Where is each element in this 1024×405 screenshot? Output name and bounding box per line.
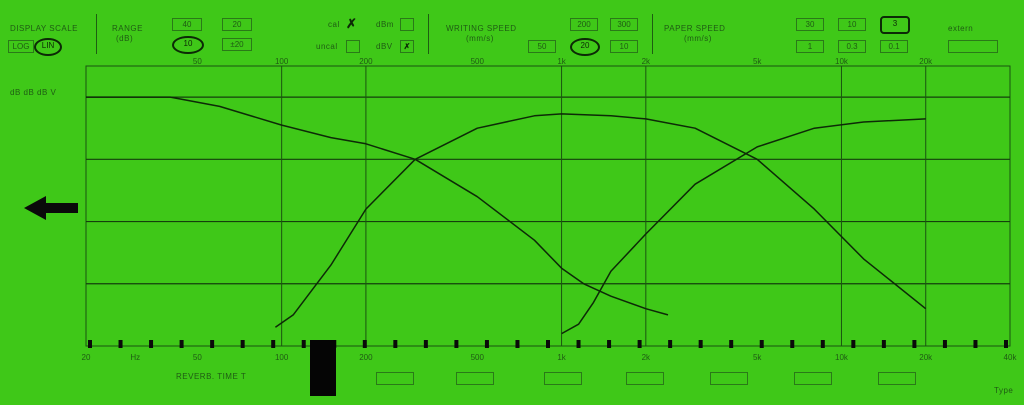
footer-box <box>626 372 664 385</box>
bottom-tick-label: 20k <box>919 353 933 362</box>
bottom-marker <box>759 340 764 348</box>
bottom-marker <box>393 340 398 348</box>
top-tick-label: 1k <box>557 57 566 66</box>
bottom-tick-label: 2k <box>642 353 651 362</box>
frequency-response-chart: 50 100 200 500 1k 2k 5k 10k 20k 20 Hz 50 100 200 500 1k… <box>82 57 1018 362</box>
bottom-marker <box>118 340 123 348</box>
footer-box <box>376 372 414 385</box>
bottom-tick-label: 1k <box>557 353 566 362</box>
bottom-marker <box>149 340 154 348</box>
bottom-tick-label: 40k <box>1004 353 1018 362</box>
left-arrow-icon <box>24 196 78 220</box>
bottom-marker <box>576 340 581 348</box>
top-tick-label: 10k <box>835 57 849 66</box>
bottom-marker <box>851 340 856 348</box>
top-tick-label: 50 <box>193 57 202 66</box>
bottom-marker <box>301 340 306 348</box>
footer-box <box>710 372 748 385</box>
top-tick-label: 200 <box>359 57 373 66</box>
bottom-marker <box>423 340 428 348</box>
footer-box <box>878 372 916 385</box>
bottom-marker <box>637 340 642 348</box>
bottom-tick-label: 200 <box>359 353 373 362</box>
bottom-marker <box>88 340 92 348</box>
top-tick-label: 20k <box>919 57 933 66</box>
bottom-marker <box>790 340 795 348</box>
chart-series <box>86 96 927 335</box>
bottom-marker <box>240 340 245 348</box>
bottom-tick-label: 10k <box>835 353 849 362</box>
bottom-tick-label: 20 <box>82 353 91 362</box>
bottom-marker <box>698 340 703 348</box>
black-marker-block <box>310 340 336 396</box>
top-tick-label: 2k <box>642 57 651 66</box>
reverb-time-label: REVERB. TIME T <box>176 372 247 381</box>
footer-box <box>794 372 832 385</box>
footer-box <box>456 372 494 385</box>
bottom-marker <box>973 340 978 348</box>
response-curve-2 <box>274 113 758 328</box>
bottom-tick-label: 50 <box>193 353 202 362</box>
bottom-marker <box>912 340 917 348</box>
bottom-marker <box>820 340 825 348</box>
bottom-marker <box>362 340 367 348</box>
bottom-marker <box>515 340 520 348</box>
bottom-marker <box>1004 340 1008 348</box>
bottom-marker <box>271 340 276 348</box>
response-curve-3 <box>561 118 926 335</box>
bottom-tick-label: 500 <box>471 353 485 362</box>
top-tick-label: 100 <box>275 57 289 66</box>
bottom-marker <box>881 340 886 348</box>
bottom-marker <box>179 340 184 348</box>
footer-box <box>544 372 582 385</box>
top-tick-label: 5k <box>753 57 762 66</box>
bottom-tick-label: Hz <box>130 353 140 362</box>
bottom-tick-label: 5k <box>753 353 762 362</box>
bottom-tick-label: 100 <box>275 353 289 362</box>
chart-ticks: 50 100 200 500 1k 2k 5k 10k 20k 20 Hz 50 100 200 500 1k… <box>82 57 1018 362</box>
bottom-marker <box>729 340 734 348</box>
bottom-marker <box>668 340 673 348</box>
bottom-marker <box>607 340 612 348</box>
bottom-marker <box>942 340 947 348</box>
bottom-marker <box>484 340 489 348</box>
bottom-marker <box>546 340 550 348</box>
top-tick-label: 500 <box>471 57 485 66</box>
type-label: Type <box>994 386 1014 395</box>
bottom-marker <box>454 340 459 348</box>
bottom-marker <box>210 340 215 348</box>
response-curve-1 <box>86 96 669 316</box>
